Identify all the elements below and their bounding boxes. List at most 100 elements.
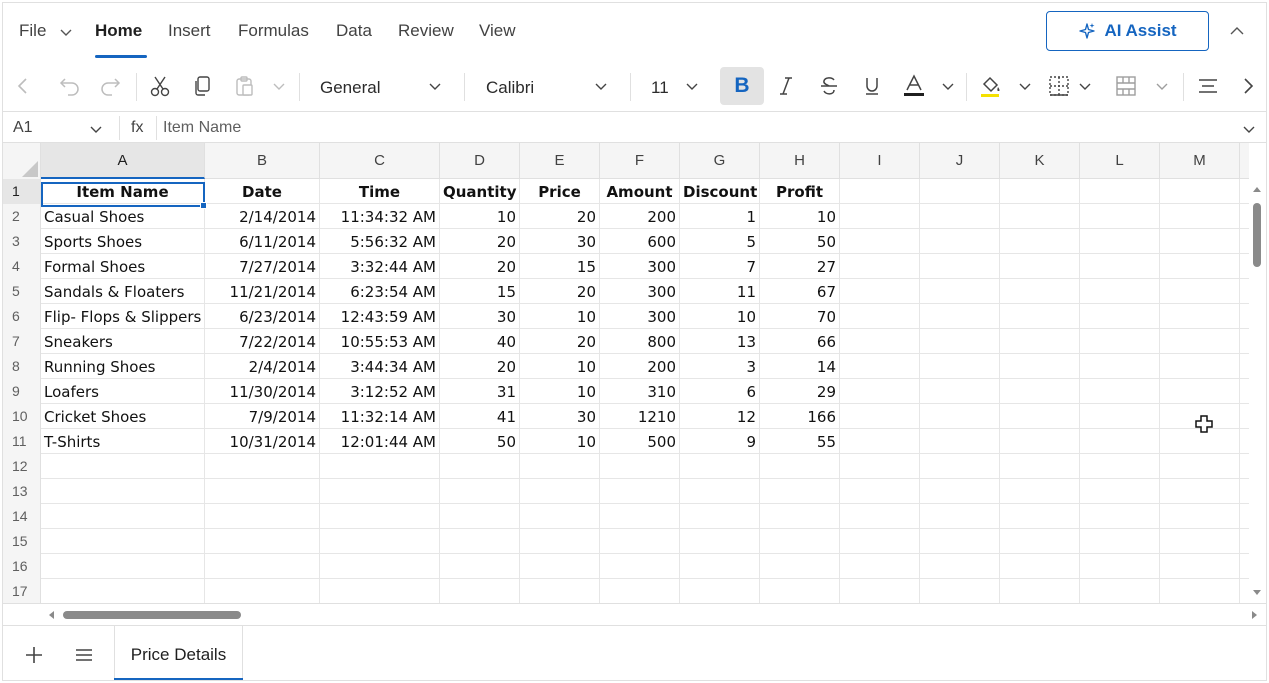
cell[interactable] <box>1160 579 1240 603</box>
header-cell[interactable]: Discount <box>680 179 760 204</box>
cell[interactable] <box>205 554 320 579</box>
cell[interactable] <box>440 504 520 529</box>
cell[interactable] <box>1160 329 1240 354</box>
underline-icon[interactable] <box>859 73 885 99</box>
cell[interactable] <box>1000 429 1080 454</box>
header-cell[interactable]: Time <box>320 179 440 204</box>
cell[interactable] <box>520 504 600 529</box>
cell[interactable] <box>205 479 320 504</box>
cell[interactable]: 30 <box>520 229 600 254</box>
copy-icon[interactable] <box>189 73 215 99</box>
cell[interactable]: 6/11/2014 <box>205 229 320 254</box>
scroll-right-arrow-icon[interactable] <box>1251 610 1259 620</box>
cell[interactable] <box>1080 504 1160 529</box>
cell[interactable] <box>1080 354 1160 379</box>
cell[interactable]: 12:43:59 AM <box>320 304 440 329</box>
tab-formulas[interactable]: Formulas <box>238 21 309 41</box>
cell[interactable] <box>600 529 680 554</box>
column-header-j[interactable]: J <box>920 143 1000 179</box>
cell[interactable]: 2/14/2014 <box>205 204 320 229</box>
row-header[interactable]: 2 <box>3 204 41 229</box>
cell[interactable] <box>1080 429 1160 454</box>
cell[interactable]: 166 <box>760 404 840 429</box>
row-header[interactable]: 9 <box>3 379 41 404</box>
cell[interactable]: 40 <box>440 329 520 354</box>
cell[interactable] <box>840 254 920 279</box>
cell[interactable] <box>920 204 1000 229</box>
cell[interactable]: 10 <box>520 379 600 404</box>
cell[interactable] <box>1080 579 1160 603</box>
cell[interactable] <box>41 479 205 504</box>
cell[interactable] <box>1160 529 1240 554</box>
fx-icon[interactable]: fx <box>131 119 143 137</box>
font-color-chevron-icon[interactable] <box>940 73 956 99</box>
sheet-tab-price-details[interactable]: Price Details <box>114 626 243 680</box>
formula-input[interactable]: Item Name <box>163 119 241 137</box>
cell[interactable] <box>440 454 520 479</box>
cell[interactable]: 310 <box>600 379 680 404</box>
column-header-b[interactable]: B <box>205 143 320 179</box>
cell[interactable]: 30 <box>520 404 600 429</box>
cell[interactable] <box>1000 254 1080 279</box>
cell[interactable]: T-Shirts <box>41 429 205 454</box>
row-header[interactable]: 14 <box>3 504 41 529</box>
cell[interactable]: 29 <box>760 379 840 404</box>
cell[interactable]: 11:34:32 AM <box>320 204 440 229</box>
cell[interactable]: 31 <box>440 379 520 404</box>
cell[interactable] <box>840 554 920 579</box>
cell[interactable] <box>1080 479 1160 504</box>
cell[interactable]: Flip- Flops & Slippers <box>41 304 205 329</box>
cell[interactable]: 20 <box>440 354 520 379</box>
number-format-dropdown[interactable]: General <box>320 78 380 98</box>
merge-cells-chevron-icon[interactable] <box>1154 73 1170 99</box>
cell[interactable] <box>920 529 1000 554</box>
cell[interactable] <box>1160 554 1240 579</box>
scroll-up-icon[interactable] <box>1252 185 1262 193</box>
column-header-g[interactable]: G <box>680 143 760 179</box>
cell[interactable] <box>840 529 920 554</box>
cell[interactable]: 50 <box>440 429 520 454</box>
cell[interactable] <box>1000 529 1080 554</box>
column-header-m[interactable]: M <box>1160 143 1240 179</box>
cell[interactable] <box>680 504 760 529</box>
horizontal-scroll-thumb[interactable] <box>63 611 241 619</box>
cell[interactable] <box>840 229 920 254</box>
cell[interactable] <box>440 479 520 504</box>
cell[interactable] <box>680 529 760 554</box>
header-cell[interactable]: Quantity <box>440 179 520 204</box>
cell[interactable]: 20 <box>440 229 520 254</box>
paste-icon[interactable] <box>231 73 257 99</box>
row-header[interactable]: 17 <box>3 579 41 603</box>
cell[interactable] <box>520 579 600 603</box>
row-header[interactable]: 6 <box>3 304 41 329</box>
cell[interactable] <box>520 454 600 479</box>
header-cell[interactable]: Item Name <box>41 179 205 204</box>
cut-icon[interactable] <box>147 73 173 99</box>
cell[interactable]: Loafers <box>41 379 205 404</box>
cell[interactable] <box>320 479 440 504</box>
fill-color-chevron-icon[interactable] <box>1017 73 1033 99</box>
cell[interactable]: 11/21/2014 <box>205 279 320 304</box>
cell[interactable]: 3:32:44 AM <box>320 254 440 279</box>
cell[interactable]: 10 <box>680 304 760 329</box>
cell[interactable] <box>760 579 840 603</box>
cell[interactable]: 6/23/2014 <box>205 304 320 329</box>
number-format-chevron-icon[interactable] <box>427 73 443 99</box>
header-cell[interactable]: Date <box>205 179 320 204</box>
column-header-a[interactable]: A <box>41 143 205 179</box>
italic-icon[interactable] <box>773 73 799 99</box>
cell[interactable]: Sneakers <box>41 329 205 354</box>
cell[interactable] <box>41 504 205 529</box>
cell[interactable]: 7/9/2014 <box>205 404 320 429</box>
cell[interactable] <box>1000 304 1080 329</box>
cell[interactable] <box>1160 504 1240 529</box>
cell[interactable] <box>520 479 600 504</box>
cell[interactable] <box>1080 304 1160 329</box>
cell[interactable]: 67 <box>760 279 840 304</box>
cell[interactable]: 14 <box>760 354 840 379</box>
cell[interactable] <box>920 179 1000 204</box>
column-header-k[interactable]: K <box>1000 143 1080 179</box>
cell[interactable] <box>920 579 1000 603</box>
cell[interactable] <box>600 479 680 504</box>
cell[interactable]: 10 <box>440 204 520 229</box>
